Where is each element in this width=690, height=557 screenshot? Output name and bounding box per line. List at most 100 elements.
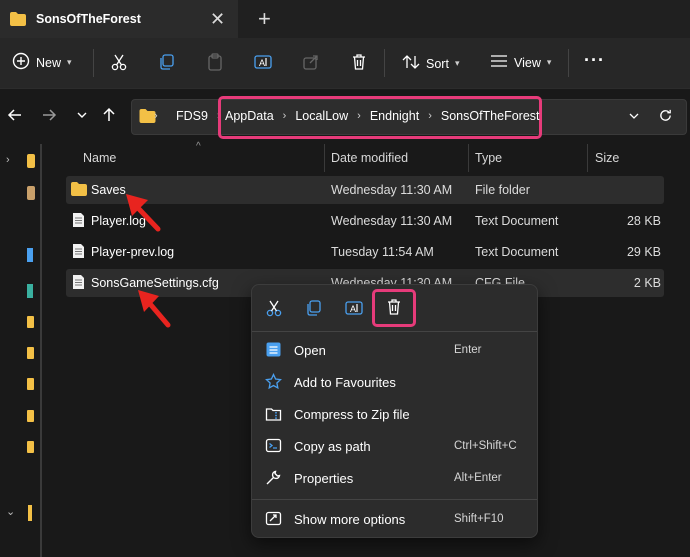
menu-item-properties[interactable]: Properties Alt+Enter [252, 463, 537, 493]
menu-item-shortcut: Alt+Enter [454, 472, 502, 484]
menu-item-copy-as-path[interactable]: Copy as path Ctrl+Shift+C [252, 431, 537, 461]
delete-button[interactable] [350, 53, 368, 74]
copy-button[interactable] [158, 53, 176, 74]
menu-item-label: Properties [294, 470, 354, 486]
downloads-icon[interactable] [27, 284, 33, 298]
quick-access-folder-icon[interactable] [27, 410, 34, 422]
file-type: Text Document [475, 214, 559, 228]
breadcrumb-locallow[interactable]: LocalLow [295, 109, 348, 123]
breadcrumb-separator-icon: › [282, 110, 287, 122]
menu-item-add-to-favourites[interactable]: Add to Favourites [252, 367, 537, 397]
sort-label: Sort [426, 56, 449, 71]
collapse-chevron-icon[interactable]: ⌄ [6, 505, 15, 518]
quick-access-folder-icon[interactable] [27, 441, 34, 453]
recent-chevron-icon[interactable] [76, 107, 88, 128]
gallery-icon[interactable] [27, 186, 35, 200]
menu-item-label: Open [294, 342, 326, 358]
column-header-type[interactable]: Type [475, 151, 502, 165]
chevron-down-icon: ▾ [546, 57, 552, 67]
svg-text:A: A [350, 304, 356, 314]
more-options-button[interactable]: ··· [584, 50, 605, 71]
address-history-chevron-icon[interactable] [628, 110, 640, 125]
rename-icon: A [345, 301, 363, 315]
menu-divider [252, 499, 537, 500]
chevron-down-icon: ▾ [454, 58, 460, 68]
context-rename-button[interactable]: A [345, 299, 363, 320]
pane-divider[interactable] [40, 144, 42, 557]
breadcrumb-separator-icon: › [154, 110, 158, 122]
column-divider[interactable] [468, 144, 469, 172]
view-list-icon [490, 54, 508, 71]
share-button[interactable] [302, 53, 320, 74]
quick-access-folder-icon[interactable] [27, 347, 34, 359]
file-size: 28 KB [626, 214, 661, 228]
wrench-icon [265, 469, 282, 489]
menu-item-shortcut: Ctrl+Shift+C [454, 440, 517, 452]
desktop-icon[interactable] [27, 248, 33, 262]
menu-item-label: Compress to Zip file [294, 406, 410, 422]
copy-icon [160, 54, 174, 70]
new-label: New [36, 55, 62, 70]
rename-icon: A [254, 55, 272, 69]
scissors-icon [266, 300, 282, 317]
menu-item-open[interactable]: Open Enter [252, 335, 537, 365]
menu-item-compress-to-zip[interactable]: Compress to Zip file [252, 399, 537, 429]
view-button[interactable]: View ▾ [490, 54, 551, 71]
breadcrumb-sonsoftheforest[interactable]: SonsOfTheForest [441, 109, 540, 123]
view-label: View [514, 55, 541, 70]
clipboard-icon [208, 53, 222, 71]
annotation-arrow-icon [138, 290, 171, 328]
expand-chevron-icon[interactable]: › [6, 154, 10, 166]
back-arrow-icon[interactable] [7, 107, 23, 128]
text-document-icon [72, 243, 85, 262]
column-divider[interactable] [324, 144, 325, 172]
new-tab-button[interactable]: + [258, 6, 271, 32]
context-delete-button[interactable] [385, 298, 403, 319]
column-divider[interactable] [587, 144, 588, 172]
context-copy-button[interactable] [305, 299, 323, 320]
quick-access-folder-icon[interactable] [27, 316, 34, 328]
breadcrumb-separator-icon: › [357, 110, 361, 122]
zip-icon [265, 405, 282, 425]
file-date: Tuesday 11:54 AM [331, 245, 434, 259]
cut-button[interactable] [110, 53, 128, 74]
home-icon[interactable] [27, 154, 35, 168]
trash-icon [353, 54, 365, 70]
copy-path-icon [265, 437, 282, 457]
column-header-name[interactable]: Name [83, 151, 116, 165]
menu-divider [252, 331, 537, 332]
share-icon [303, 55, 318, 70]
sort-ascending-icon: ^ [196, 141, 201, 152]
breadcrumb-appdata[interactable]: AppData [225, 109, 274, 123]
up-arrow-icon[interactable] [101, 107, 117, 128]
paste-button[interactable] [206, 53, 224, 74]
copy-icon [307, 300, 321, 316]
trash-icon [388, 299, 400, 315]
column-header-size[interactable]: Size [595, 151, 619, 165]
close-tab-icon[interactable]: ✕ [210, 9, 225, 30]
menu-item-show-more-options[interactable]: Show more options Shift+F10 [252, 504, 537, 534]
file-name[interactable]: Player-prev.log [91, 245, 174, 259]
sort-button[interactable]: Sort ▾ [402, 54, 459, 73]
toolbar-divider [384, 49, 385, 77]
rename-button[interactable]: A [254, 53, 272, 74]
navigation-pane [0, 144, 44, 557]
breadcrumb-endnight[interactable]: Endnight [370, 109, 419, 123]
file-date: Wednesday 11:30 AM [331, 183, 453, 197]
config-file-icon [72, 274, 85, 293]
more-options-icon [265, 510, 282, 530]
context-menu: A Open Enter Add to Favourites Compress … [251, 284, 538, 538]
toolbar-divider [568, 49, 569, 77]
this-pc-icon[interactable] [28, 505, 32, 521]
file-size: 29 KB [626, 245, 661, 259]
new-button[interactable]: New ▾ [12, 52, 72, 73]
menu-item-label: Add to Favourites [294, 374, 396, 390]
breadcrumb-fds9[interactable]: FDS9 [176, 109, 208, 123]
refresh-icon[interactable] [658, 108, 673, 126]
text-document-icon [72, 212, 85, 231]
forward-arrow-icon[interactable] [41, 107, 57, 128]
quick-access-folder-icon[interactable] [27, 378, 34, 390]
toolbar-divider [93, 49, 94, 77]
context-cut-button[interactable] [265, 299, 283, 320]
column-header-date[interactable]: Date modified [331, 151, 408, 165]
